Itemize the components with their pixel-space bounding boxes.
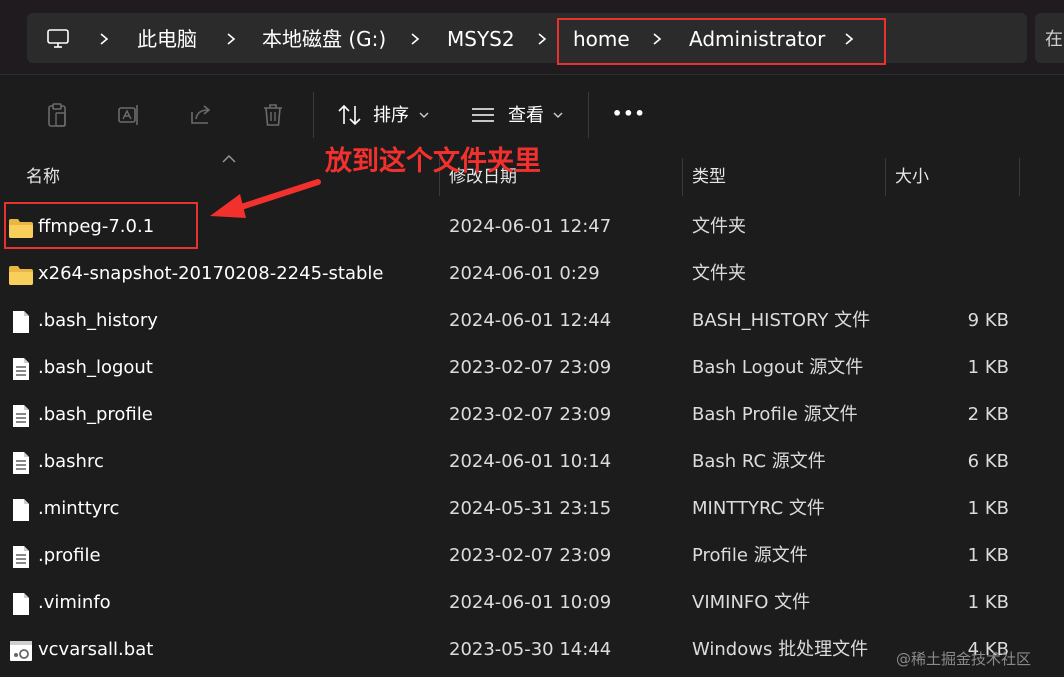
text-file-icon — [13, 358, 29, 380]
file-row[interactable]: .viminfo 2024-06-01 10:09 VIMINFO 文件 1 KB — [0, 580, 1064, 627]
column-divider[interactable] — [682, 158, 683, 196]
watermark: @稀土掘金技术社区 — [896, 650, 1032, 668]
file-modified: 2023-02-07 23:09 — [449, 404, 612, 425]
chevron-down-icon[interactable] — [419, 111, 429, 119]
column-divider[interactable] — [885, 158, 886, 196]
chevron-right-icon[interactable] — [225, 27, 237, 51]
file-modified: 2024-06-01 10:14 — [449, 451, 612, 472]
file-name[interactable]: x264-snapshot-20170208-2245-stable — [38, 262, 383, 286]
file-modified: 2024-06-01 10:09 — [449, 592, 612, 613]
file-row[interactable]: .bash_profile 2023-02-07 23:09 Bash Profil… — [0, 392, 1064, 439]
file-modified: 2024-06-01 0:29 — [449, 263, 600, 284]
column-header-size[interactable]: 大小 — [895, 166, 929, 188]
chevron-down-icon[interactable] — [553, 111, 563, 119]
sort-ascending-icon — [222, 155, 236, 163]
file-size: 1 KB — [967, 357, 1009, 378]
file-name[interactable]: .bash_profile — [38, 403, 153, 427]
file-name[interactable]: .viminfo — [38, 591, 111, 615]
file-icon — [13, 593, 29, 615]
annotation-text: 放到这个文件夹里 — [325, 146, 541, 177]
file-row[interactable]: .bash_logout 2023-02-07 23:09 Bash Logout … — [0, 345, 1064, 392]
file-modified: 2024-06-01 12:44 — [449, 310, 612, 331]
text-file-icon — [13, 546, 29, 568]
file-type: Bash Logout 源文件 — [692, 357, 864, 378]
file-row[interactable]: .profile 2023-02-07 23:09 Profile 源文件 1 KB — [0, 533, 1064, 580]
breadcrumb-msys2[interactable]: MSYS2 — [447, 26, 515, 52]
chevron-right-icon[interactable] — [409, 27, 421, 51]
file-name[interactable]: .bash_history — [38, 309, 158, 333]
file-size: 1 KB — [967, 592, 1009, 613]
file-size: 6 KB — [967, 451, 1009, 472]
annotation-arrow-icon — [210, 179, 321, 218]
toolbar-divider — [588, 92, 589, 138]
file-type: BASH_HISTORY 文件 — [692, 310, 871, 331]
file-name[interactable]: vcvarsall.bat — [38, 638, 153, 662]
column-header-name[interactable]: 名称 — [26, 166, 60, 188]
computer-icon[interactable] — [46, 27, 70, 51]
toolbar-divider — [313, 92, 314, 138]
breadcrumb-highlight-box — [557, 18, 886, 65]
sort-button[interactable]: 排序 — [373, 104, 409, 128]
batch-file-icon — [10, 641, 32, 661]
file-modified: 2023-02-07 23:09 — [449, 357, 612, 378]
column-divider[interactable] — [1019, 158, 1020, 196]
file-size: 9 KB — [967, 310, 1009, 331]
file-size: 1 KB — [967, 498, 1009, 519]
file-icon — [13, 311, 29, 333]
search-box-hint: 在 — [1045, 29, 1063, 50]
file-name[interactable]: .profile — [38, 544, 101, 568]
file-type: Profile 源文件 — [692, 545, 808, 566]
file-modified: 2024-05-31 23:15 — [449, 498, 612, 519]
column-header-type[interactable]: 类型 — [692, 166, 726, 188]
chevron-right-icon[interactable] — [536, 27, 548, 51]
rename-icon[interactable] — [116, 102, 142, 128]
view-icon[interactable] — [470, 102, 496, 128]
share-icon[interactable] — [188, 102, 214, 128]
file-icon — [13, 499, 29, 521]
file-row[interactable]: .minttyrc 2024-05-31 23:15 MINTTYRC 文件 1 KB — [0, 486, 1064, 533]
file-type: MINTTYRC 文件 — [692, 498, 825, 519]
folder-icon — [9, 266, 33, 285]
file-row[interactable]: x264-snapshot-20170208-2245-stable 2024-0… — [0, 251, 1064, 298]
breadcrumb-this-pc[interactable]: 此电脑 — [137, 26, 197, 52]
file-name[interactable]: .bashrc — [38, 450, 104, 474]
view-button[interactable]: 查看 — [508, 104, 544, 128]
file-row[interactable]: .bashrc 2024-06-01 10:14 Bash RC 源文件 6 KB — [0, 439, 1064, 486]
text-file-icon — [13, 452, 29, 474]
file-type: 文件夹 — [692, 263, 746, 284]
paste-icon[interactable] — [44, 102, 70, 128]
breadcrumb-drive-g[interactable]: 本地磁盘 (G:) — [262, 26, 386, 52]
folder-highlight-box — [4, 202, 198, 249]
file-type: 文件夹 — [692, 216, 746, 237]
chevron-right-icon[interactable] — [98, 27, 110, 51]
delete-icon[interactable] — [260, 102, 286, 128]
file-name[interactable]: .bash_logout — [38, 356, 153, 380]
more-options-button[interactable]: ••• — [612, 102, 646, 126]
sort-icon[interactable] — [337, 102, 363, 128]
file-name[interactable]: .minttyrc — [38, 497, 119, 521]
file-type: VIMINFO 文件 — [692, 592, 811, 613]
search-box[interactable]: 在 — [1035, 13, 1064, 63]
file-modified: 2024-06-01 12:47 — [449, 216, 612, 237]
file-type: Bash RC 源文件 — [692, 451, 826, 472]
file-type: Windows 批处理文件 — [692, 639, 869, 660]
file-type: Bash Profile 源文件 — [692, 404, 858, 425]
file-size: 1 KB — [967, 545, 1009, 566]
file-modified: 2023-02-07 23:09 — [449, 545, 612, 566]
text-file-icon — [13, 405, 29, 427]
file-modified: 2023-05-30 14:44 — [449, 639, 612, 660]
file-row[interactable]: .bash_history 2024-06-01 12:44 BASH_HISTOR… — [0, 298, 1064, 345]
file-size: 2 KB — [967, 404, 1009, 425]
